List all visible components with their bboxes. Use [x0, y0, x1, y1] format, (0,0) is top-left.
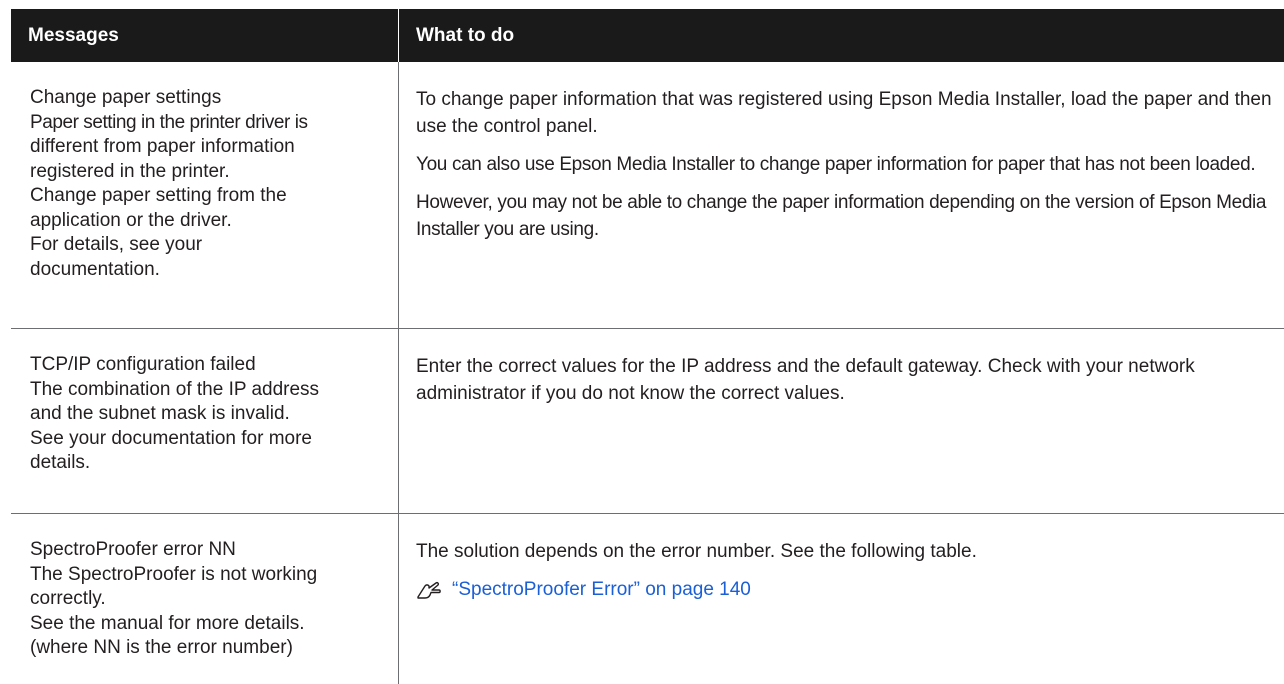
action-cell: To change paper information that was reg…: [399, 62, 1284, 328]
message-cell: SpectroProofer error NN The SpectroProof…: [11, 514, 399, 684]
message-line: The SpectroProofer is not working: [30, 563, 318, 585]
reference-hand-icon: [417, 581, 441, 599]
action-cell: Enter the correct values for the IP addr…: [399, 329, 1284, 513]
message-line: correctly.: [30, 588, 106, 609]
message-line: documentation.: [30, 258, 160, 280]
error-message-table: Messages What to do Change paper setting…: [11, 0, 1284, 684]
message-line: Paper setting in the printer driver is: [30, 111, 308, 133]
message-line: different from paper information: [30, 136, 295, 157]
table-row: SpectroProofer error NN The SpectroProof…: [11, 514, 1284, 684]
message-line: TCP/IP configuration failed: [30, 354, 256, 375]
action-paragraph: Enter the correct values for the IP addr…: [416, 356, 1195, 404]
message-line: The combination of the IP address: [30, 378, 320, 400]
message-line: registered in the printer.: [30, 160, 230, 182]
table-row: Change paper settings Paper setting in t…: [11, 62, 1284, 329]
message-line: SpectroProofer error NN: [30, 539, 236, 560]
message-line: Change paper setting from the: [30, 185, 287, 206]
table-header: Messages What to do: [11, 9, 1284, 62]
message-line: application or the driver.: [30, 209, 232, 231]
message-cell: Change paper settings Paper setting in t…: [11, 62, 399, 328]
action-paragraph: The solution depends on the error number…: [416, 541, 977, 562]
message-line: See the manual for more details.: [30, 612, 305, 634]
action-cell: The solution depends on the error number…: [399, 514, 1284, 684]
message-line: See your documentation for more: [30, 427, 312, 449]
message-line: details.: [30, 452, 91, 473]
top-spacer: [11, 0, 1284, 9]
header-messages: Messages: [11, 9, 399, 62]
action-paragraph: However, you may not be able to change t…: [416, 192, 1267, 240]
message-line: For details, see your: [30, 234, 203, 255]
message-line: Change paper settings: [30, 87, 222, 108]
message-line: (where NN is the error number): [30, 637, 293, 658]
action-paragraph: To change paper information that was reg…: [416, 89, 1272, 137]
message-line: and the subnet mask is invalid.: [30, 403, 290, 424]
table-row: TCP/IP configuration failed The combinat…: [11, 329, 1284, 514]
message-cell: TCP/IP configuration failed The combinat…: [11, 329, 399, 513]
action-paragraph: You can also use Epson Media Installer t…: [416, 154, 1256, 175]
header-what-to-do: What to do: [416, 24, 515, 46]
cross-reference-text[interactable]: “SpectroProofer Error” on page 140: [452, 576, 751, 603]
cross-reference-link[interactable]: “SpectroProofer Error” on page 140: [416, 576, 1278, 603]
